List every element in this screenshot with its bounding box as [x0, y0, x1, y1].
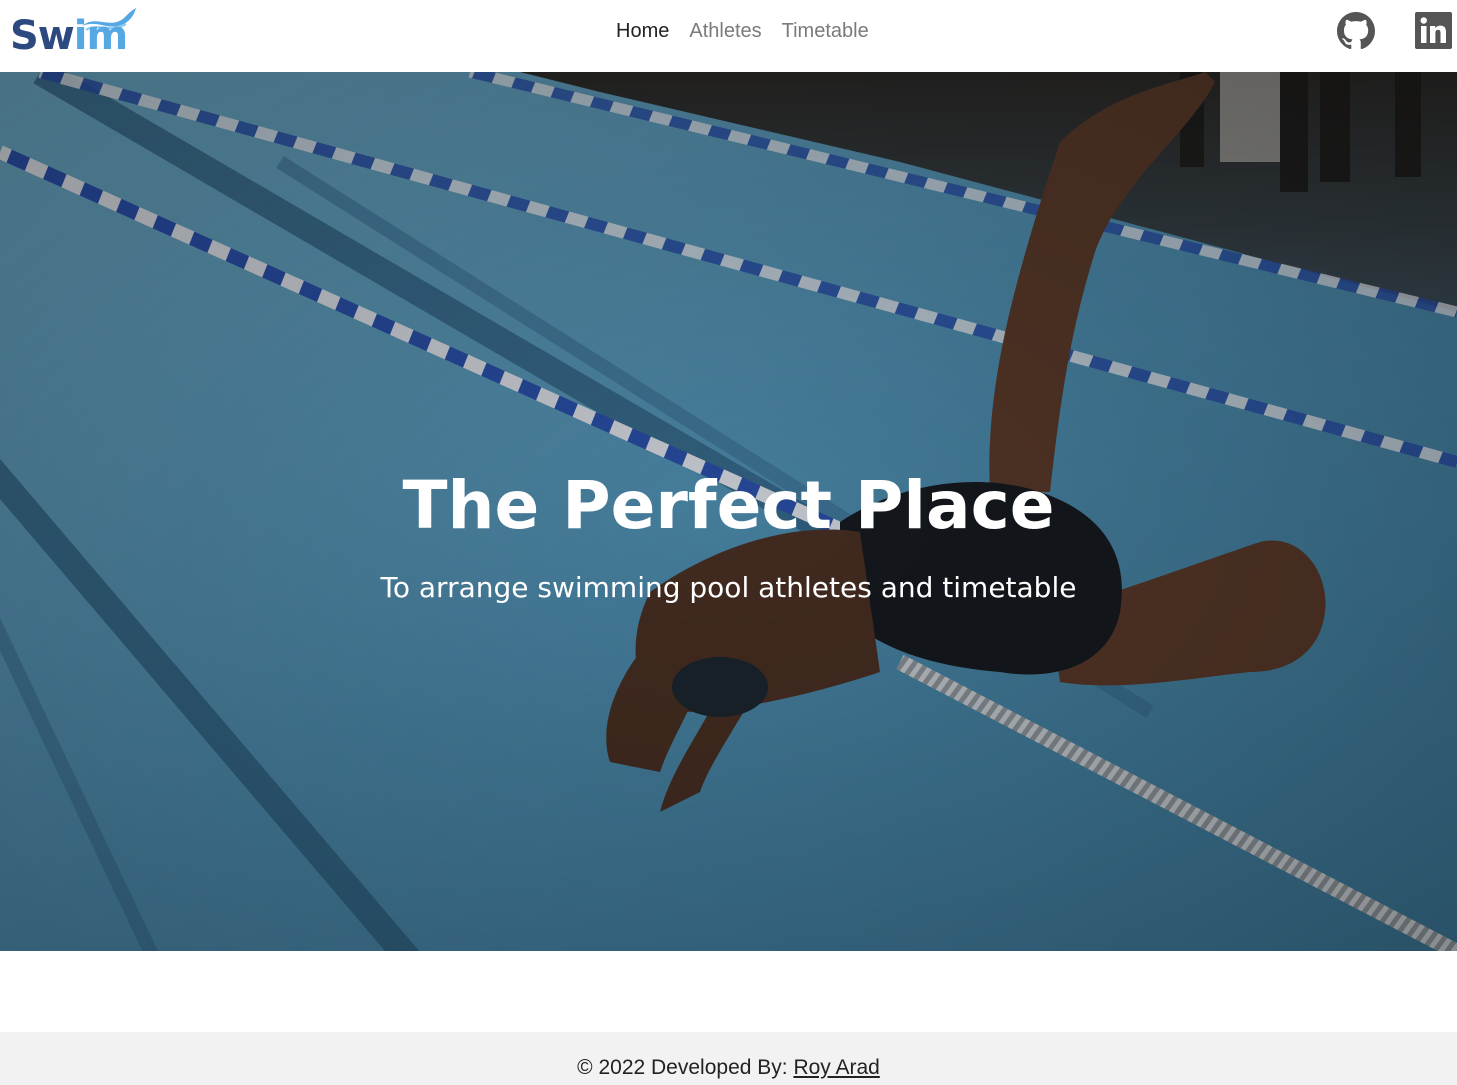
footer: © 2022 Developed By: Roy Arad — [0, 1032, 1457, 1085]
footer-author-link[interactable]: Roy Arad — [793, 1056, 879, 1079]
brand-name-part-1: Sw — [10, 13, 75, 59]
github-icon — [1337, 12, 1375, 50]
hero-section: The Perfect Place To arrange swimming po… — [0, 72, 1457, 951]
nav-link-athletes[interactable]: Athletes — [679, 16, 771, 46]
github-link[interactable] — [1337, 12, 1375, 50]
brand-name-part-2: im — [73, 13, 128, 59]
main-nav: Home Athletes Timetable — [606, 16, 879, 46]
linkedin-link[interactable] — [1415, 12, 1452, 49]
hero-subtitle: To arrange swimming pool athletes and ti… — [380, 571, 1077, 604]
linkedin-icon — [1415, 12, 1452, 49]
navbar: Swim Home Athletes Timetable — [0, 0, 1457, 72]
footer-copyright: © 2022 Developed By: — [577, 1056, 794, 1079]
hero-title: The Perfect Place — [402, 467, 1055, 545]
brand-logo[interactable]: Swim — [10, 4, 138, 60]
brand-name: Swim — [10, 13, 128, 59]
nav-link-home[interactable]: Home — [606, 16, 679, 46]
nav-link-timetable[interactable]: Timetable — [772, 16, 879, 46]
